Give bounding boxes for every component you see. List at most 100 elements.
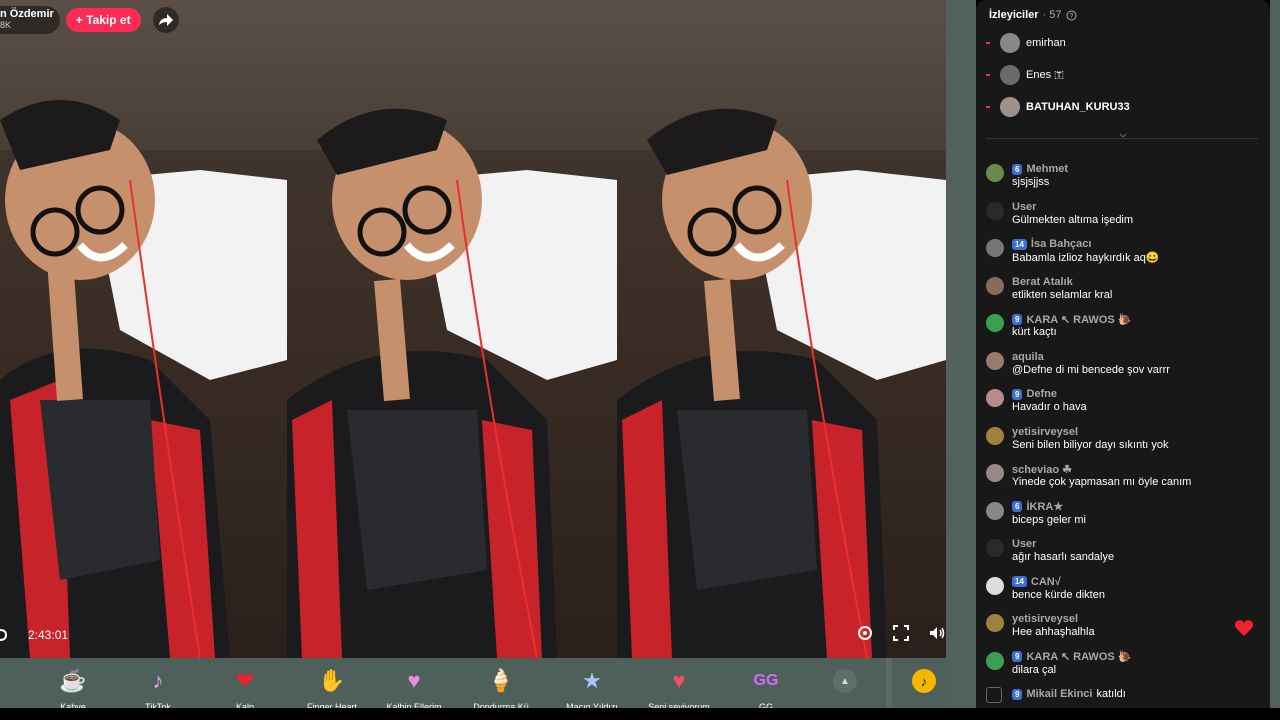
chat-message: 14 İsa Bahçacı Babamla izlioz haykırdık aq… xyxy=(986,237,1260,269)
bottom-strip xyxy=(0,708,1280,720)
settings-icon[interactable] xyxy=(856,624,874,642)
divider xyxy=(1270,0,1280,708)
avatar[interactable] xyxy=(986,501,1004,520)
gift-heart[interactable]: ❤ Kalp xyxy=(202,666,288,711)
coffee-icon: ☕ xyxy=(59,668,87,693)
chat-message: aquila @Defne di mi bencede şov varrr xyxy=(986,350,1260,382)
chat-username[interactable]: Mikail Ekinci xyxy=(1026,688,1092,700)
svg-text:?: ? xyxy=(1069,13,1073,20)
chat-text: Havadır o hava xyxy=(1012,401,1087,413)
chat-text: Seni bilen biliyor dayı sıkıntı yok xyxy=(1012,438,1169,451)
viewer-item[interactable]: emirhan xyxy=(986,33,1066,53)
gift-love[interactable]: ♥ Seni seviyorum xyxy=(636,666,722,711)
chat-message: yetisirveysel Seni bilen biliyor dayı sık… xyxy=(986,425,1260,457)
volume-icon[interactable] xyxy=(928,624,946,642)
avatar[interactable] xyxy=(986,426,1004,445)
level-badge: 6 xyxy=(1012,163,1023,175)
finger-heart-icon: ✋ xyxy=(318,668,346,693)
chat-username[interactable]: İsa Bahçacı xyxy=(1031,238,1092,250)
chat-username[interactable]: yetisirveysel xyxy=(1012,613,1078,625)
live-video[interactable]: n Özdemir 8K + Takip et 2:43:01 xyxy=(0,0,946,658)
avatar[interactable] xyxy=(986,351,1004,370)
avatar[interactable] xyxy=(986,314,1004,332)
chevron-up-icon[interactable]: ▲ xyxy=(833,669,857,693)
chat-username[interactable]: scheviao ☘ xyxy=(1012,463,1072,476)
chat-text: sjsjsjjss xyxy=(1012,176,1050,188)
avatar[interactable] xyxy=(986,201,1004,220)
host-info[interactable]: n Özdemir 8K xyxy=(0,6,60,34)
chat-message: 6 Mehmet sjsjsjjss xyxy=(986,162,1260,194)
chat-text: kürt kaçtı xyxy=(1012,326,1057,338)
avatar[interactable] xyxy=(986,576,1004,595)
chat-message: 9 KARA ↖ RAWOS 🐌 dilara çal xyxy=(986,650,1260,682)
chat-username[interactable]: İKRA★ xyxy=(1026,500,1063,513)
gift-ice-cream[interactable]: 🍦 Dondurma Kü xyxy=(458,666,544,711)
avatar[interactable] xyxy=(986,539,1004,557)
gift-bar: ☕ Kahve ♪ TikTok ❤ Kalp ✋ Finger Heart ♥… xyxy=(0,658,946,711)
gift-gg[interactable]: GG GG xyxy=(723,666,809,711)
chevron-down-icon[interactable] xyxy=(1119,132,1127,140)
gift-star[interactable]: ★ Maçın Yıldızı xyxy=(549,666,635,711)
avatar[interactable] xyxy=(986,276,1004,295)
fullscreen-icon[interactable] xyxy=(892,624,910,642)
chat-username[interactable]: CAN√ xyxy=(1031,576,1061,588)
avatar[interactable] xyxy=(986,239,1004,257)
gift-coffee[interactable]: ☕ Kahve xyxy=(30,666,116,711)
chat-text: Babamla izlioz haykırdık aq😀 xyxy=(1012,252,1160,264)
chat-text: etlikten selamlar kral xyxy=(1012,288,1113,301)
info-icon[interactable]: ? xyxy=(1066,10,1077,21)
chat-username[interactable]: KARA ↖ RAWOS 🐌 xyxy=(1026,313,1131,326)
avatar[interactable] xyxy=(986,614,1004,632)
viewers-header[interactable]: İzleyiciler · 57 ? xyxy=(989,9,1077,21)
avatar[interactable] xyxy=(986,164,1004,182)
ice-cream-icon: 🍦 xyxy=(487,668,515,693)
elapsed-time: 2:43:01 xyxy=(28,628,69,642)
avatar xyxy=(1000,97,1020,117)
host-followers: 8K xyxy=(0,20,12,30)
chat-message: 14 CAN√ bence kürde dikten xyxy=(986,575,1260,607)
level-badge: 6 xyxy=(1012,501,1023,512)
chat-text: Hee ahhaşhalhla xyxy=(1012,626,1095,638)
avatar[interactable] xyxy=(986,389,1004,407)
share-button[interactable] xyxy=(152,7,179,33)
avatar xyxy=(1000,33,1020,53)
level-badge: 14 xyxy=(1012,238,1027,250)
follow-button[interactable]: + Takip et xyxy=(65,8,141,32)
viewer-item[interactable]: Enes 🇹 xyxy=(986,65,1064,85)
avatar[interactable] xyxy=(986,651,1004,670)
avatar[interactable] xyxy=(986,464,1004,482)
share-icon xyxy=(158,14,173,26)
chat-text: Yinede çok yapmasan mı öyle canım xyxy=(1012,476,1192,488)
viewers-count: · 57 xyxy=(1042,9,1062,21)
chat-text: bence kürde dikten xyxy=(1012,588,1105,601)
viewers-title: İzleyiciler xyxy=(989,9,1039,21)
gift-heart-hands[interactable]: ♥ Kalbin Ellerim xyxy=(371,666,457,711)
level-badge: 9 xyxy=(1012,651,1023,662)
chat-username[interactable]: Berat Atalık xyxy=(1012,276,1073,288)
chat-text: @Defne di mi bencede şov varrr xyxy=(1012,363,1170,376)
chat-message: 6 İKRA★ biceps geler mi xyxy=(986,500,1260,532)
chat-username[interactable]: User xyxy=(1012,538,1036,550)
coin-icon[interactable]: ♪ xyxy=(912,669,936,693)
level-badge: 9 xyxy=(1012,688,1023,700)
chat-username[interactable]: Defne xyxy=(1026,388,1057,400)
host-name[interactable]: n Özdemir xyxy=(0,9,54,20)
gift-tiktok[interactable]: ♪ TikTok xyxy=(115,666,201,711)
chat-username[interactable]: aquila xyxy=(1012,351,1044,363)
chat-text: dilara çal xyxy=(1012,663,1057,676)
chat-username[interactable]: KARA ↖ RAWOS 🐌 xyxy=(1026,650,1131,663)
chat-panel: İzleyiciler · 57 ? emirhan Enes 🇹 BATUHA… xyxy=(976,0,1270,708)
chat-text: biceps geler mi xyxy=(1012,513,1086,526)
avatar xyxy=(1000,65,1020,85)
chat-username[interactable]: Mehmet xyxy=(1026,163,1068,175)
viewer-item[interactable]: BATUHAN_KURU33 xyxy=(986,97,1130,117)
video-panel xyxy=(617,0,946,658)
chat-message: yetisirveysel Hee ahhaşhalhla xyxy=(986,612,1260,644)
heart-hands-icon: ♥ xyxy=(407,668,421,693)
gift-finger-heart[interactable]: ✋ Finger Heart xyxy=(289,666,375,711)
chat-username[interactable]: yetisirveysel xyxy=(1012,426,1078,438)
level-badge: 9 xyxy=(1012,313,1023,325)
replay-icon[interactable] xyxy=(0,627,10,643)
chat-username[interactable]: User xyxy=(1012,201,1036,213)
chat-message: 9 KARA ↖ RAWOS 🐌 kürt kaçtı xyxy=(986,312,1260,344)
